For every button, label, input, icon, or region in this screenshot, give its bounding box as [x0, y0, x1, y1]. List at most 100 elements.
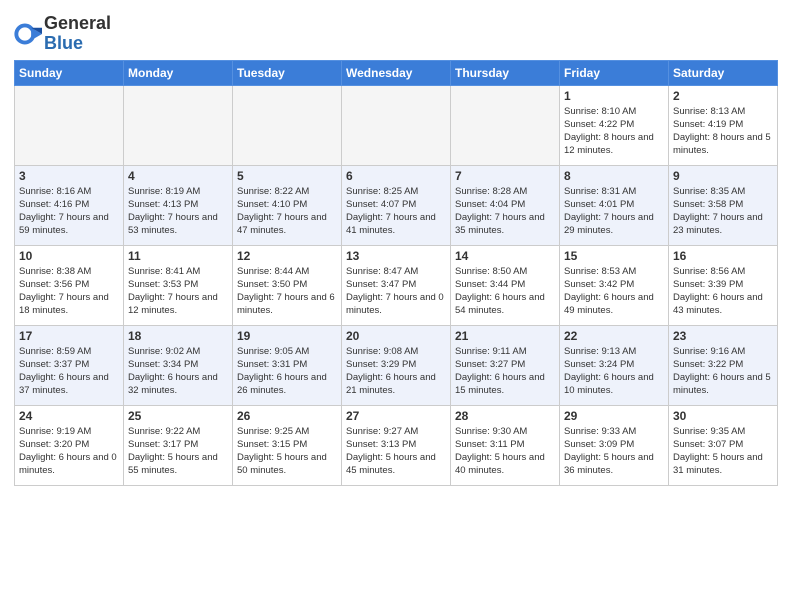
- calendar-cell: 8Sunrise: 8:31 AM Sunset: 4:01 PM Daylig…: [560, 165, 669, 245]
- day-number: 13: [346, 249, 446, 263]
- day-number: 9: [673, 169, 773, 183]
- calendar-cell: 18 Sunrise: 9:02 AM Sunset: 3:34 PM Dayli…: [124, 325, 233, 405]
- calendar-header-friday: Friday: [560, 60, 669, 85]
- day-info: Sunrise: 9:30 AM Sunset: 3:11 PM Dayligh…: [455, 425, 555, 478]
- calendar-header-sunday: Sunday: [15, 60, 124, 85]
- day-info: Sunrise: 8:59 AM Sunset: 3:37 PM Dayligh…: [19, 345, 119, 398]
- logo-blue: Blue: [44, 34, 111, 54]
- calendar-cell: 13 Sunrise: 8:47 AM Sunset: 3:47 PM Dayli…: [342, 245, 451, 325]
- day-info: Sunrise: 8:10 AM Sunset: 4:22 PM Dayligh…: [564, 105, 664, 158]
- day-number: 2: [673, 89, 773, 103]
- calendar-cell: 1 Sunrise: 8:10 AM Sunset: 4:22 PM Daylig…: [560, 85, 669, 165]
- day-info: Sunrise: 8:47 AM Sunset: 3:47 PM Dayligh…: [346, 265, 446, 318]
- day-number: 22: [564, 329, 664, 343]
- day-info: Sunrise: 8:38 AM Sunset: 3:56 PM Dayligh…: [19, 265, 119, 318]
- day-number: 19: [237, 329, 337, 343]
- calendar-cell: 17 Sunrise: 8:59 AM Sunset: 3:37 PM Dayli…: [15, 325, 124, 405]
- day-number: 28: [455, 409, 555, 423]
- day-number: 6: [346, 169, 446, 183]
- calendar-cell: 28 Sunrise: 9:30 AM Sunset: 3:11 PM Dayli…: [451, 405, 560, 485]
- calendar-header-wednesday: Wednesday: [342, 60, 451, 85]
- calendar-header-tuesday: Tuesday: [233, 60, 342, 85]
- day-number: 30: [673, 409, 773, 423]
- logo: General Blue: [14, 14, 111, 54]
- calendar: SundayMondayTuesdayWednesdayThursdayFrid…: [14, 60, 778, 486]
- day-number: 23: [673, 329, 773, 343]
- day-info: Sunrise: 9:25 AM Sunset: 3:15 PM Dayligh…: [237, 425, 337, 478]
- day-number: 16: [673, 249, 773, 263]
- calendar-cell: 5 Sunrise: 8:22 AM Sunset: 4:10 PM Daylig…: [233, 165, 342, 245]
- day-number: 25: [128, 409, 228, 423]
- calendar-cell: [233, 85, 342, 165]
- day-number: 3: [19, 169, 119, 183]
- day-info: Sunrise: 9:27 AM Sunset: 3:13 PM Dayligh…: [346, 425, 446, 478]
- day-info: Sunrise: 9:02 AM Sunset: 3:34 PM Dayligh…: [128, 345, 228, 398]
- calendar-header-saturday: Saturday: [669, 60, 778, 85]
- calendar-cell: 30 Sunrise: 9:35 AM Sunset: 3:07 PM Dayli…: [669, 405, 778, 485]
- day-number: 4: [128, 169, 228, 183]
- day-info: Sunrise: 9:05 AM Sunset: 3:31 PM Dayligh…: [237, 345, 337, 398]
- calendar-cell: 16 Sunrise: 8:56 AM Sunset: 3:39 PM Dayli…: [669, 245, 778, 325]
- calendar-cell: 22 Sunrise: 9:13 AM Sunset: 3:24 PM Dayli…: [560, 325, 669, 405]
- day-info: Sunrise: 9:22 AM Sunset: 3:17 PM Dayligh…: [128, 425, 228, 478]
- day-info: Sunrise: 8:35 AM Sunset: 3:58 PM Dayligh…: [673, 185, 773, 238]
- calendar-cell: 23Sunrise: 9:16 AM Sunset: 3:22 PM Dayli…: [669, 325, 778, 405]
- day-info: Sunrise: 8:28 AM Sunset: 4:04 PM Dayligh…: [455, 185, 555, 238]
- day-info: Sunrise: 8:56 AM Sunset: 3:39 PM Dayligh…: [673, 265, 773, 318]
- day-info: Sunrise: 9:08 AM Sunset: 3:29 PM Dayligh…: [346, 345, 446, 398]
- day-number: 18: [128, 329, 228, 343]
- day-info: Sunrise: 8:31 AM Sunset: 4:01 PM Dayligh…: [564, 185, 664, 238]
- day-number: 5: [237, 169, 337, 183]
- day-number: 14: [455, 249, 555, 263]
- calendar-cell: [451, 85, 560, 165]
- calendar-cell: 12 Sunrise: 8:44 AM Sunset: 3:50 PM Dayli…: [233, 245, 342, 325]
- day-info: Sunrise: 9:35 AM Sunset: 3:07 PM Dayligh…: [673, 425, 773, 478]
- calendar-cell: 15 Sunrise: 8:53 AM Sunset: 3:42 PM Dayli…: [560, 245, 669, 325]
- calendar-cell: 26 Sunrise: 9:25 AM Sunset: 3:15 PM Dayli…: [233, 405, 342, 485]
- calendar-cell: 4 Sunrise: 8:19 AM Sunset: 4:13 PM Daylig…: [124, 165, 233, 245]
- day-number: 29: [564, 409, 664, 423]
- day-info: Sunrise: 8:22 AM Sunset: 4:10 PM Dayligh…: [237, 185, 337, 238]
- day-info: Sunrise: 8:16 AM Sunset: 4:16 PM Dayligh…: [19, 185, 119, 238]
- calendar-cell: 7 Sunrise: 8:28 AM Sunset: 4:04 PM Daylig…: [451, 165, 560, 245]
- day-info: Sunrise: 9:13 AM Sunset: 3:24 PM Dayligh…: [564, 345, 664, 398]
- calendar-cell: 20 Sunrise: 9:08 AM Sunset: 3:29 PM Dayli…: [342, 325, 451, 405]
- day-number: 27: [346, 409, 446, 423]
- day-number: 1: [564, 89, 664, 103]
- calendar-cell: [124, 85, 233, 165]
- calendar-cell: 10 Sunrise: 8:38 AM Sunset: 3:56 PM Dayli…: [15, 245, 124, 325]
- day-info: Sunrise: 9:19 AM Sunset: 3:20 PM Dayligh…: [19, 425, 119, 478]
- calendar-cell: 11 Sunrise: 8:41 AM Sunset: 3:53 PM Dayli…: [124, 245, 233, 325]
- calendar-cell: 29 Sunrise: 9:33 AM Sunset: 3:09 PM Dayli…: [560, 405, 669, 485]
- calendar-header-thursday: Thursday: [451, 60, 560, 85]
- day-info: Sunrise: 9:11 AM Sunset: 3:27 PM Dayligh…: [455, 345, 555, 398]
- day-info: Sunrise: 8:19 AM Sunset: 4:13 PM Dayligh…: [128, 185, 228, 238]
- day-number: 15: [564, 249, 664, 263]
- day-info: Sunrise: 8:41 AM Sunset: 3:53 PM Dayligh…: [128, 265, 228, 318]
- day-number: 10: [19, 249, 119, 263]
- day-info: Sunrise: 8:25 AM Sunset: 4:07 PM Dayligh…: [346, 185, 446, 238]
- day-number: 26: [237, 409, 337, 423]
- day-info: Sunrise: 8:13 AM Sunset: 4:19 PM Dayligh…: [673, 105, 773, 158]
- day-number: 12: [237, 249, 337, 263]
- day-number: 20: [346, 329, 446, 343]
- day-info: Sunrise: 8:44 AM Sunset: 3:50 PM Dayligh…: [237, 265, 337, 318]
- day-number: 11: [128, 249, 228, 263]
- calendar-cell: 21 Sunrise: 9:11 AM Sunset: 3:27 PM Dayli…: [451, 325, 560, 405]
- calendar-header-monday: Monday: [124, 60, 233, 85]
- day-number: 17: [19, 329, 119, 343]
- day-number: 21: [455, 329, 555, 343]
- calendar-cell: 19 Sunrise: 9:05 AM Sunset: 3:31 PM Dayli…: [233, 325, 342, 405]
- calendar-cell: 24 Sunrise: 9:19 AM Sunset: 3:20 PM Dayli…: [15, 405, 124, 485]
- calendar-cell: 3 Sunrise: 8:16 AM Sunset: 4:16 PM Daylig…: [15, 165, 124, 245]
- logo-general: General: [44, 14, 111, 34]
- day-info: Sunrise: 8:53 AM Sunset: 3:42 PM Dayligh…: [564, 265, 664, 318]
- day-info: Sunrise: 9:33 AM Sunset: 3:09 PM Dayligh…: [564, 425, 664, 478]
- day-number: 7: [455, 169, 555, 183]
- calendar-cell: [342, 85, 451, 165]
- calendar-cell: 25 Sunrise: 9:22 AM Sunset: 3:17 PM Dayli…: [124, 405, 233, 485]
- day-number: 24: [19, 409, 119, 423]
- calendar-cell: 6 Sunrise: 8:25 AM Sunset: 4:07 PM Daylig…: [342, 165, 451, 245]
- day-info: Sunrise: 8:50 AM Sunset: 3:44 PM Dayligh…: [455, 265, 555, 318]
- calendar-cell: 27 Sunrise: 9:27 AM Sunset: 3:13 PM Dayli…: [342, 405, 451, 485]
